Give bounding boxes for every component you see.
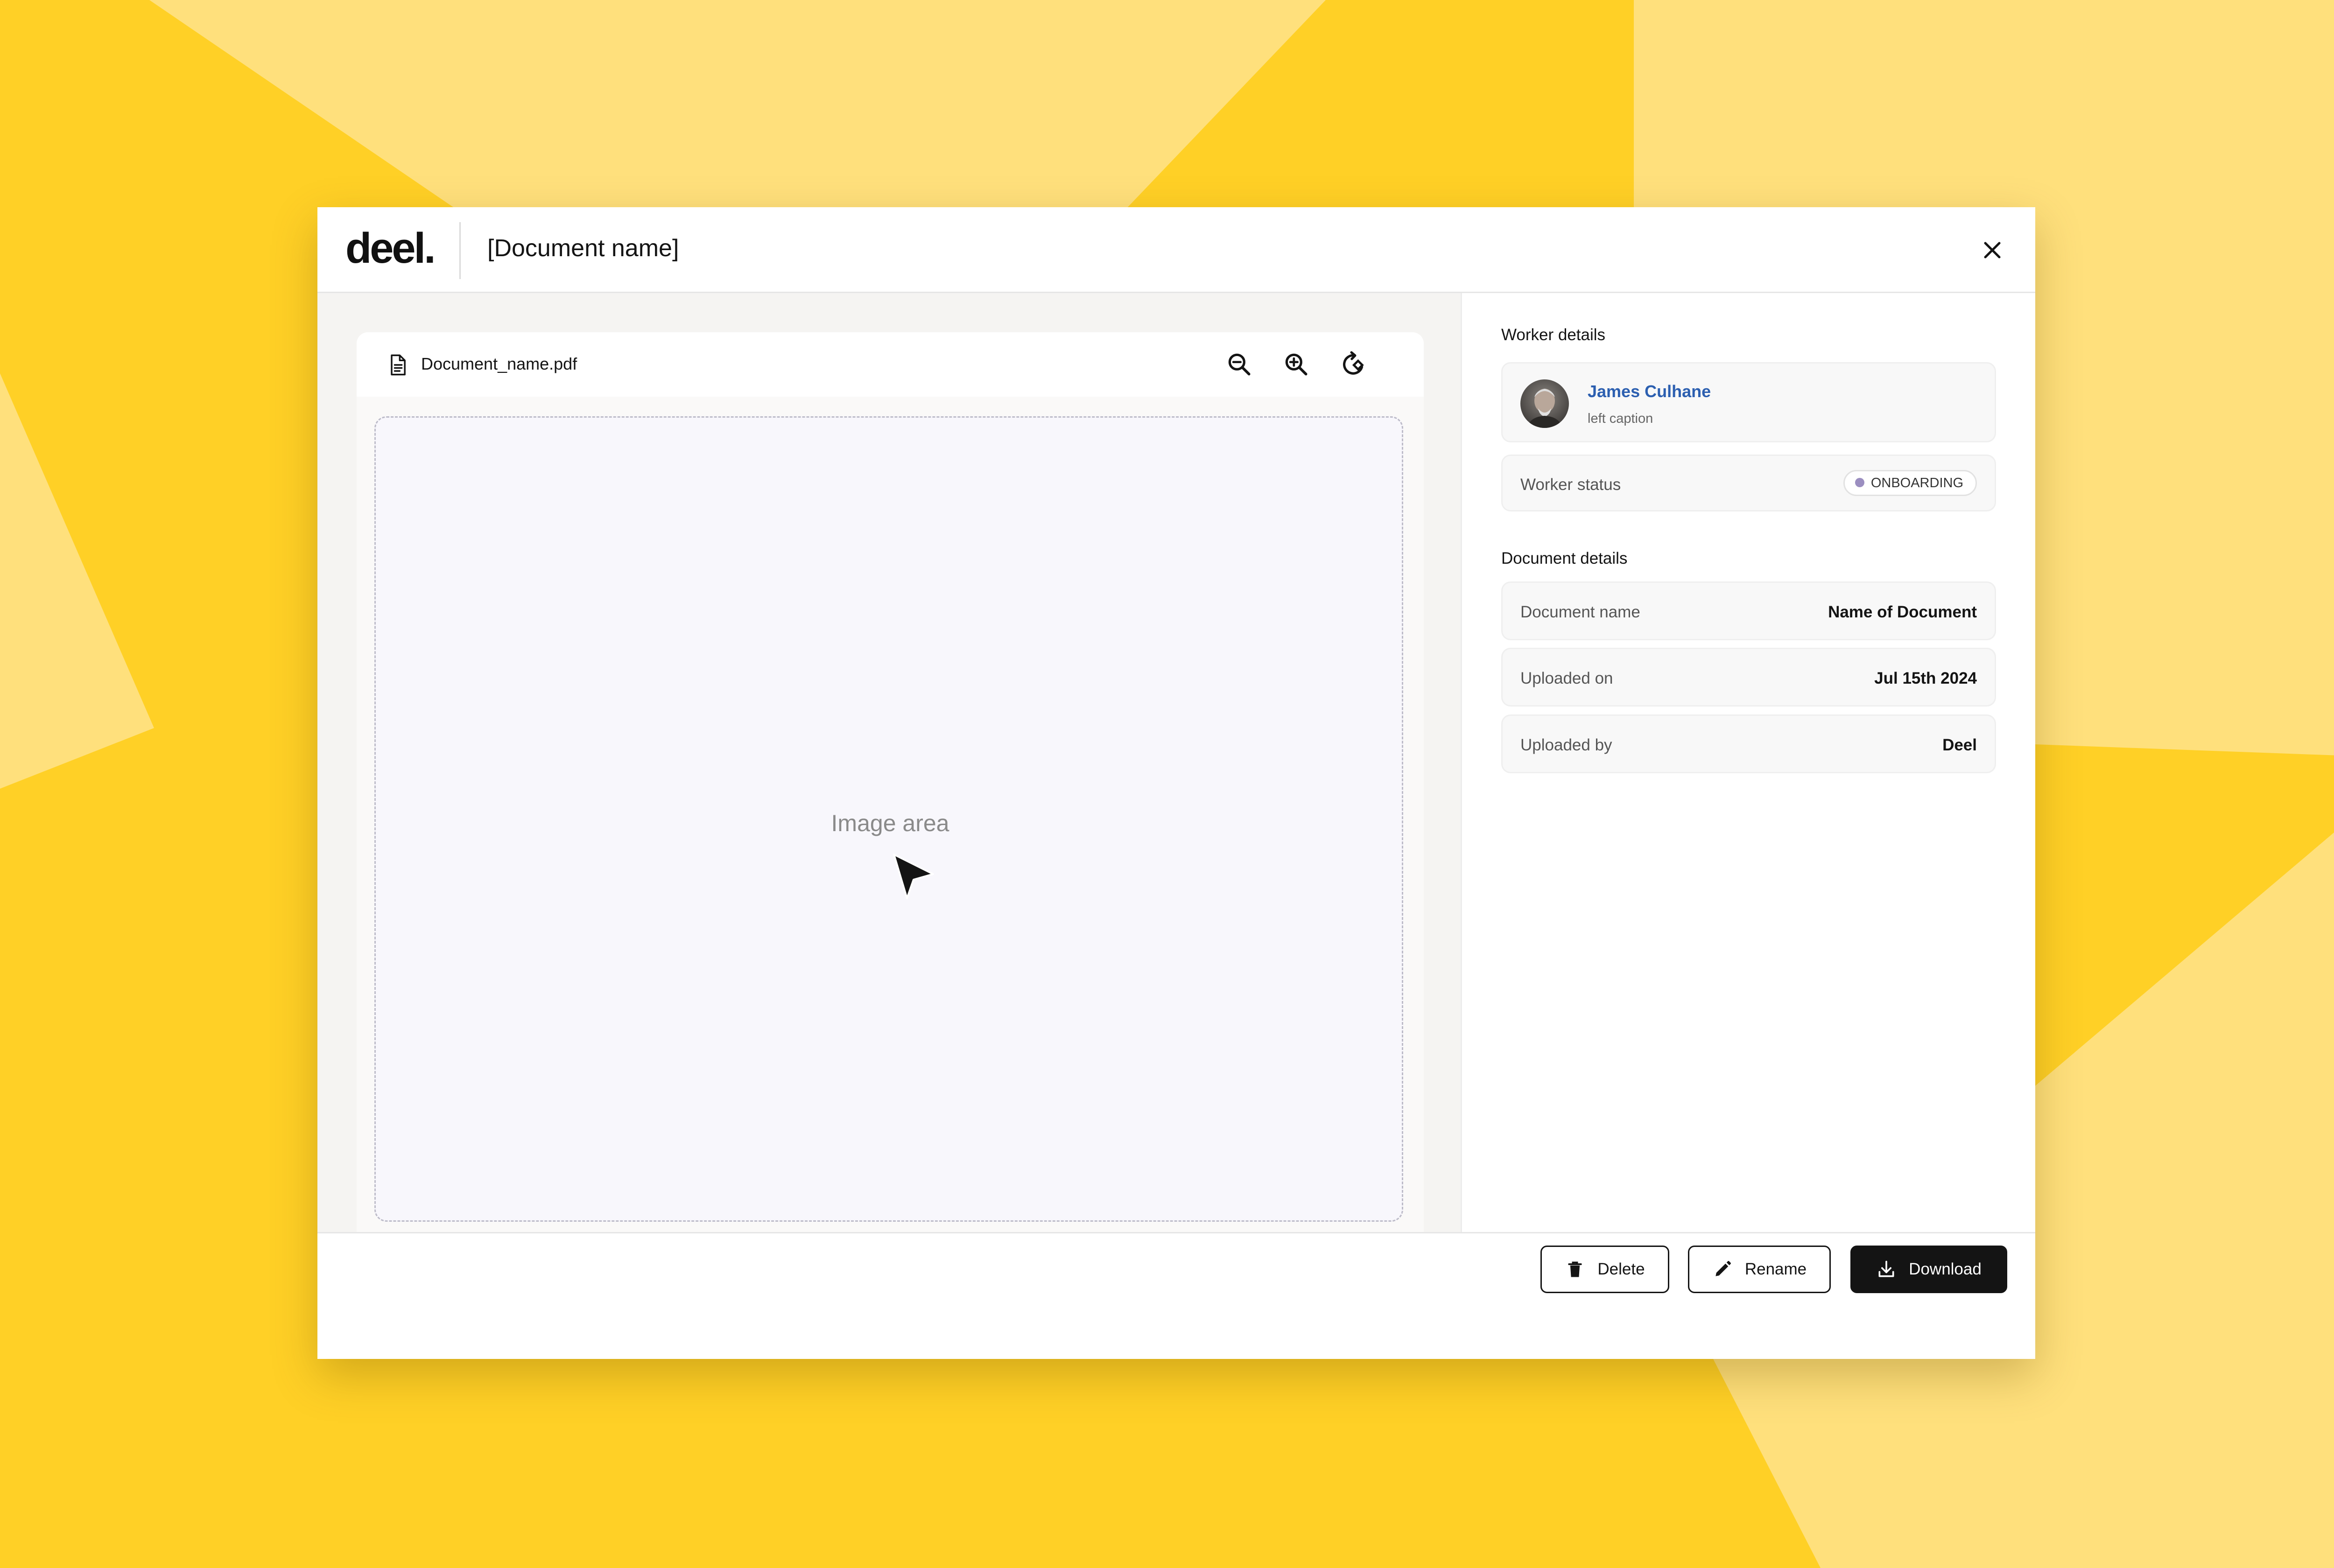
close-icon (1984, 242, 2001, 259)
image-area-label: Image area (831, 810, 949, 836)
pencil-icon (1715, 1261, 1731, 1276)
zoom-in-icon (1285, 353, 1308, 376)
deel-logo: deel. (345, 224, 436, 272)
canvas-background: deel. [Document name] Document_name.pdf (0, 0, 2334, 1568)
status-badge: ONBOARDING (1843, 470, 1977, 496)
detail-row-value: Name of Document (1828, 603, 1977, 621)
detail-row-uploaded-by: Uploaded by Deel (1501, 714, 1996, 773)
worker-details-title: Worker details (1501, 326, 1606, 344)
detail-row-label: Uploaded by (1520, 736, 1612, 754)
rename-button-label: Rename (1744, 1260, 1807, 1278)
detail-row-label: Document name (1520, 603, 1640, 621)
rotate-icon (1343, 351, 1364, 375)
close-button[interactable] (1978, 236, 2006, 264)
detail-row-uploaded-on: Uploaded on Jul 15th 2024 (1501, 648, 1996, 707)
viewer-toolbar: Document_name.pdf (357, 332, 1424, 397)
file-name: Document_name.pdf (421, 354, 577, 373)
download-button[interactable]: Download (1850, 1246, 2007, 1293)
document-viewer: Document_name.pdf Image area (357, 332, 1424, 1243)
status-badge-text: ONBOARDING (1870, 476, 1963, 490)
zoom-out-button[interactable] (1225, 350, 1254, 379)
page-title: [Document name] (487, 235, 679, 262)
image-area[interactable]: Image area (374, 416, 1403, 1222)
trash-icon (1568, 1261, 1582, 1277)
status-dot-icon (1855, 478, 1864, 487)
rotate-button[interactable] (1339, 350, 1368, 379)
zoom-out-icon (1228, 353, 1251, 376)
delete-button-label: Delete (1597, 1260, 1645, 1278)
document-preview-area: Document_name.pdf Image area (317, 293, 1462, 1243)
detail-row-label: Uploaded on (1520, 669, 1613, 687)
rename-button[interactable]: Rename (1688, 1246, 1831, 1293)
worker-card[interactable]: James Culhane left caption (1501, 362, 1996, 442)
detail-row-document-name: Document name Name of Document (1501, 581, 1996, 640)
worker-status-label: Worker status (1520, 476, 1621, 494)
avatar (1520, 379, 1569, 428)
details-panel: Worker details James Culhane left captio… (1462, 293, 2035, 1232)
download-icon (1878, 1260, 1894, 1277)
document-details-title: Document details (1501, 549, 1628, 567)
worker-caption: left caption (1588, 411, 1653, 426)
download-button-label: Download (1909, 1260, 1982, 1278)
modal-header: deel. [Document name] (317, 207, 2035, 293)
header-divider (459, 222, 461, 279)
detail-row-value: Jul 15th 2024 (1874, 669, 1977, 687)
modal-footer: Delete Rename Download (317, 1232, 2035, 1359)
detail-row-value: Deel (1942, 736, 1977, 754)
delete-button[interactable]: Delete (1540, 1246, 1669, 1293)
cursor-icon (893, 854, 934, 899)
worker-status-row: Worker status ONBOARDING (1501, 455, 1996, 511)
document-modal: deel. [Document name] Document_name.pdf (317, 207, 2035, 1359)
worker-name-link[interactable]: James Culhane (1588, 383, 1711, 400)
file-icon (391, 354, 406, 376)
zoom-in-button[interactable] (1282, 350, 1311, 379)
